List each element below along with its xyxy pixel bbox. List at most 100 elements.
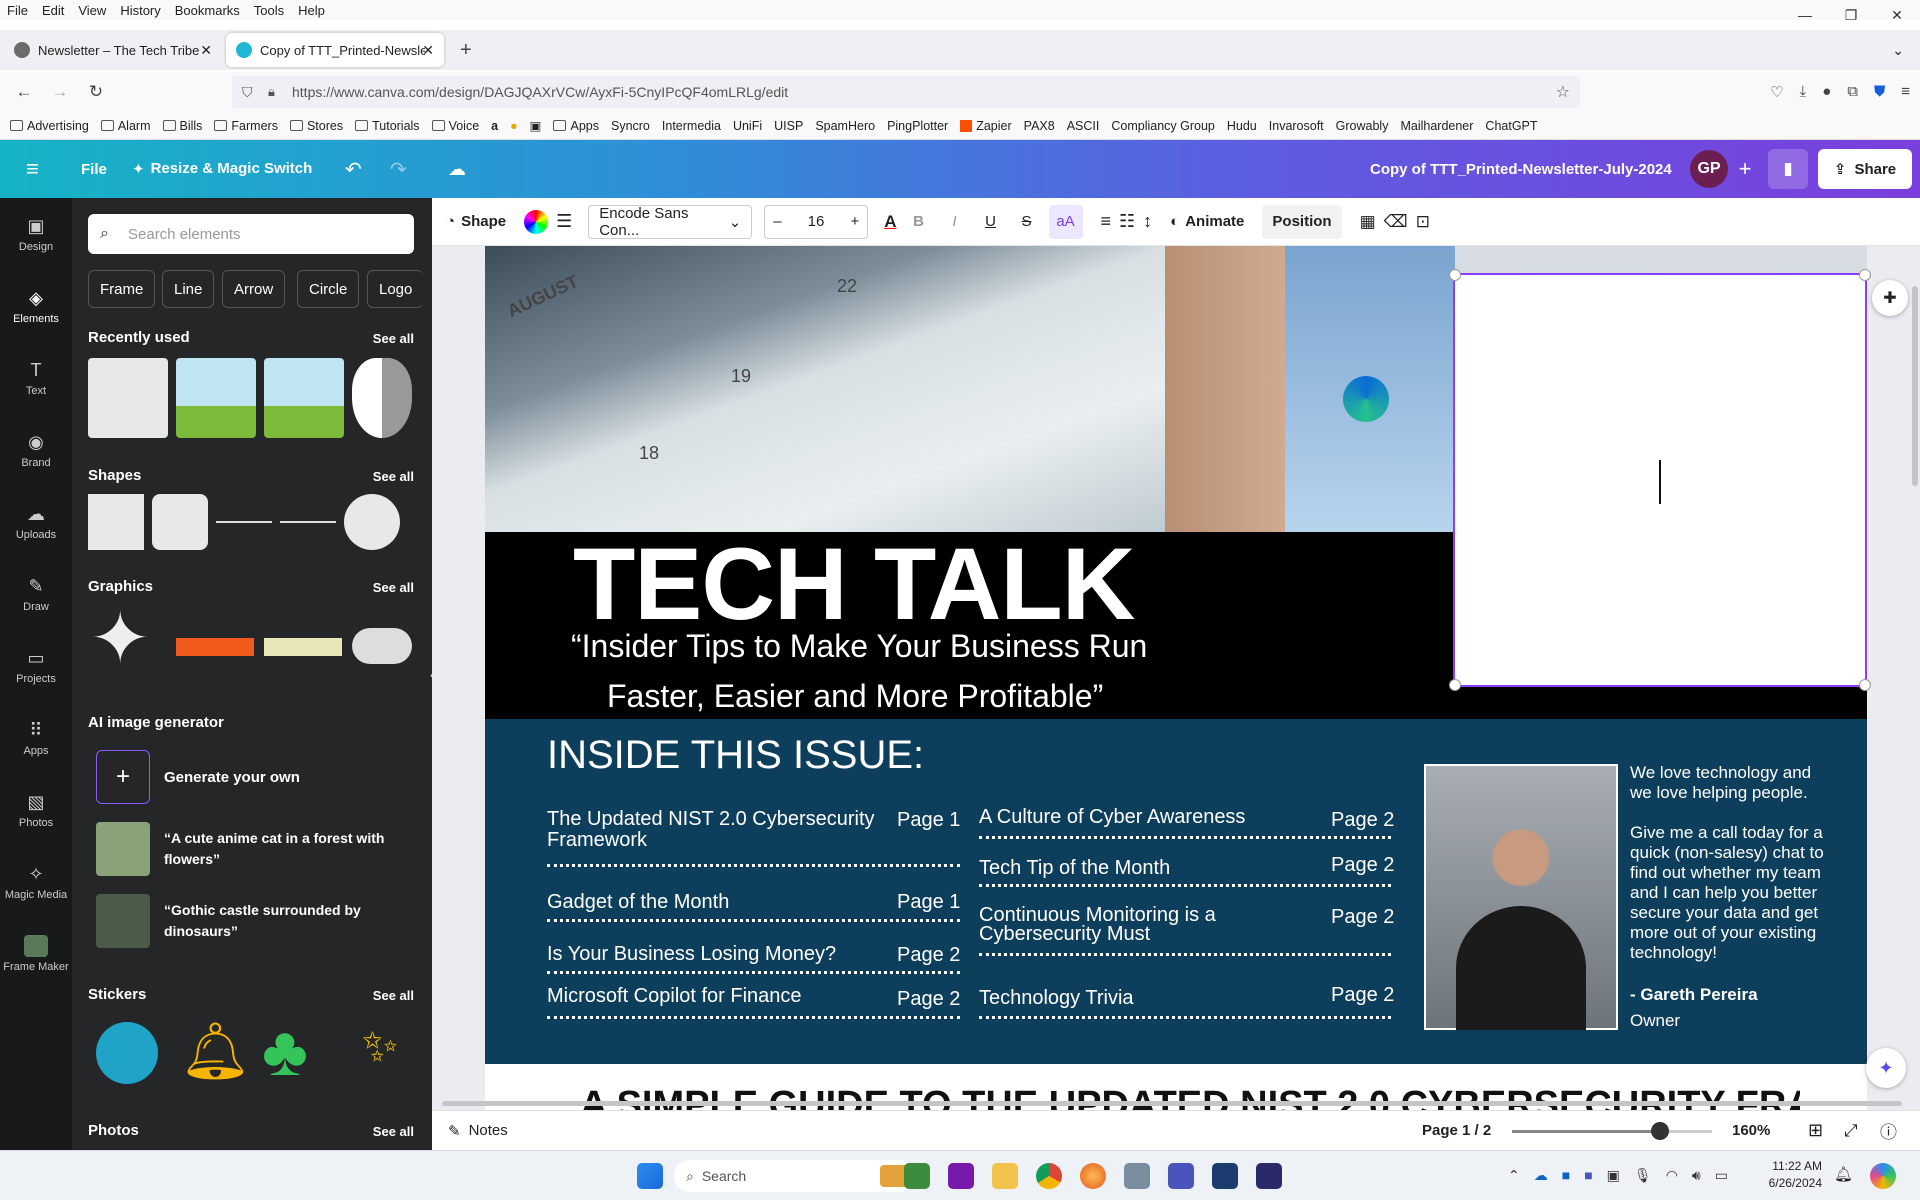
toc-left-2-title[interactable]: Gadget of the Month	[547, 891, 729, 914]
align-center-icon[interactable]: ≡	[1101, 205, 1112, 239]
tray-overflow-icon[interactable]: ⌃	[1508, 1167, 1520, 1184]
downloads-icon[interactable]: ⤓	[1800, 83, 1807, 101]
bookmark-unifi[interactable]: UniFi	[733, 119, 762, 133]
reload-icon[interactable]: ↻	[78, 82, 114, 102]
bio-paragraph-1[interactable]: We love technology and we love helping p…	[1630, 763, 1836, 803]
font-family-dropdown[interactable]: Encode Sans Con... ⌄	[588, 204, 753, 239]
chip-line[interactable]: Line	[162, 270, 215, 308]
toc-right-1-title[interactable]: A Culture of Cyber Awareness	[979, 806, 1245, 829]
toc-left-1-page[interactable]: Page 1	[897, 809, 960, 832]
tab-newsletter[interactable]: Newsletter – The Tech Tribe ✕	[4, 33, 222, 67]
bookmark-stores[interactable]: Stores	[289, 119, 343, 133]
chip-frame[interactable]: Frame	[88, 270, 156, 308]
menu-tools[interactable]: Tools	[247, 3, 291, 18]
clover-sticker[interactable]: ♣	[262, 1014, 308, 1088]
bookmark-intermedia[interactable]: Intermedia	[662, 119, 721, 133]
border-style-icon[interactable]: ☰	[556, 205, 572, 239]
see-all-stickers-link[interactable]: See all	[373, 988, 414, 1003]
toc-right-4-title[interactable]: Technology Trivia	[979, 987, 1134, 1010]
sidenav-apps[interactable]: ⠿ Apps	[0, 702, 72, 774]
resize-magic-switch-button[interactable]: ✦ Resize & Magic Switch	[132, 160, 312, 178]
forward-icon[interactable]: →	[42, 82, 78, 102]
letter-case-button[interactable]: aA	[1048, 204, 1083, 239]
bookmark-mailhardener[interactable]: Mailhardener	[1400, 119, 1473, 133]
bookmark-chatgpt[interactable]: ChatGPT	[1485, 119, 1537, 133]
restore-button[interactable]: ❐	[1828, 0, 1874, 30]
line-shape[interactable]	[216, 521, 272, 523]
square-shape[interactable]	[88, 494, 144, 550]
menu-file[interactable]: File	[0, 3, 35, 18]
chip-arrow[interactable]: Arrow	[222, 270, 286, 308]
bookmark-pax8[interactable]: PAX8	[1024, 119, 1055, 133]
bookmark-growably[interactable]: Growably	[1336, 119, 1389, 133]
bio-paragraph-2[interactable]: Give me a call today for a quick (non-sa…	[1630, 823, 1836, 963]
toc-left-4-title[interactable]: Microsoft Copilot for Finance	[547, 985, 802, 1008]
bookmark-compliancy-group[interactable]: Compliancy Group	[1111, 119, 1215, 133]
bookmark-advertising[interactable]: Advertising	[10, 119, 89, 133]
arrow-shape[interactable]	[280, 521, 336, 523]
chip-circle[interactable]: Circle	[297, 270, 360, 308]
bookmark-farmers[interactable]: Farmers	[214, 119, 278, 133]
sparkles-sticker[interactable]: ✨︎	[362, 1022, 398, 1072]
increase-font-size-button[interactable]: +	[850, 213, 859, 230]
teams-icon[interactable]	[1168, 1163, 1194, 1189]
position-button[interactable]: Position	[1262, 204, 1342, 239]
pocket-icon[interactable]: ♡	[1770, 83, 1783, 101]
battery-icon[interactable]: ▭	[1715, 1167, 1728, 1184]
paint-format-icon[interactable]: ⌫	[1384, 205, 1408, 239]
hamburger-menu-icon[interactable]: ≡	[26, 156, 39, 182]
bookmark-ascii[interactable]: ASCII	[1067, 119, 1100, 133]
generate-your-own-link[interactable]: Generate your own	[164, 769, 300, 786]
toc-left-3-page[interactable]: Page 2	[897, 944, 960, 967]
font-size-value[interactable]: 16	[808, 213, 825, 230]
lock-element-icon[interactable]: ⊡	[1416, 205, 1430, 239]
file-menu-button[interactable]: File	[81, 161, 107, 178]
file-explorer-icon[interactable]	[992, 1163, 1018, 1189]
selected-text-box[interactable]	[1449, 269, 1871, 691]
new-tab-button[interactable]: +	[460, 39, 472, 62]
toc-left-4-page[interactable]: Page 2	[897, 988, 960, 1011]
resize-handle[interactable]	[1449, 679, 1461, 691]
bookmark-apps[interactable]: Apps	[553, 119, 599, 133]
newsletter-headline[interactable]: TECH TALK	[573, 526, 1135, 643]
toc-right-2-page[interactable]: Page 2	[1331, 854, 1394, 877]
toc-left-2-page[interactable]: Page 1	[897, 891, 960, 914]
sidenav-photos[interactable]: ▧ Photos	[0, 774, 72, 846]
bookmark-store-icon[interactable]: ▣	[530, 118, 542, 133]
spacing-icon[interactable]: ↕	[1143, 205, 1152, 239]
menu-history[interactable]: History	[113, 3, 167, 18]
bookmark-amazon-icon[interactable]: a	[491, 119, 498, 133]
close-tab-icon[interactable]: ✕	[200, 42, 212, 59]
text-color-icon[interactable]: A	[884, 205, 896, 239]
color-picker-icon[interactable]	[524, 209, 549, 234]
wifi-icon[interactable]: ◠	[1666, 1167, 1678, 1184]
transparency-icon[interactable]: ▦	[1360, 205, 1376, 239]
toc-right-4-page[interactable]: Page 2	[1331, 984, 1394, 1007]
tab-canva-copy[interactable]: Copy of TTT_Printed-Newsletter- ✕	[226, 33, 444, 67]
castle-thumb[interactable]	[96, 894, 150, 948]
bookmark-voice[interactable]: Voice	[431, 119, 479, 133]
resize-handle[interactable]	[1449, 269, 1461, 281]
copilot-icon[interactable]	[1870, 1163, 1896, 1189]
help-icon[interactable]: ⓘ	[1880, 1118, 1897, 1143]
shield-icon[interactable]: ⛉	[242, 84, 253, 101]
decrease-font-size-button[interactable]: –	[773, 213, 781, 230]
cloud-save-icon[interactable]: ☁	[448, 159, 466, 180]
toc-right-3-page[interactable]: Page 2	[1331, 906, 1394, 929]
list-all-tabs-icon[interactable]: ⌄	[1892, 42, 1904, 59]
vertical-scrollbar[interactable]	[1912, 286, 1918, 486]
volume-icon[interactable]: 🔊︎	[1692, 1167, 1701, 1184]
sidenav-uploads[interactable]: ☁ Uploads	[0, 486, 72, 558]
sidenav-projects[interactable]: ▭ Projects	[0, 630, 72, 702]
bookmark-uisp[interactable]: UISP	[774, 119, 803, 133]
toc-right-2-title[interactable]: Tech Tip of the Month	[979, 857, 1170, 880]
toc-left-3-title[interactable]: Is Your Business Losing Money?	[547, 943, 836, 966]
recent-landscape-thumb[interactable]	[176, 358, 256, 438]
signature-name[interactable]: - Gareth Pereira	[1630, 985, 1758, 1005]
bookmark-invarosoft[interactable]: Invarosoft	[1269, 119, 1324, 133]
page-indicator[interactable]: Page 1 / 2	[1422, 1122, 1491, 1139]
bookmark-pingplotter[interactable]: PingPlotter	[887, 119, 948, 133]
tray-app-icon[interactable]: ▣	[1607, 1167, 1620, 1184]
microphone-icon[interactable]: 🎙︎	[1634, 1167, 1652, 1184]
chrome-icon[interactable]	[1036, 1163, 1062, 1189]
